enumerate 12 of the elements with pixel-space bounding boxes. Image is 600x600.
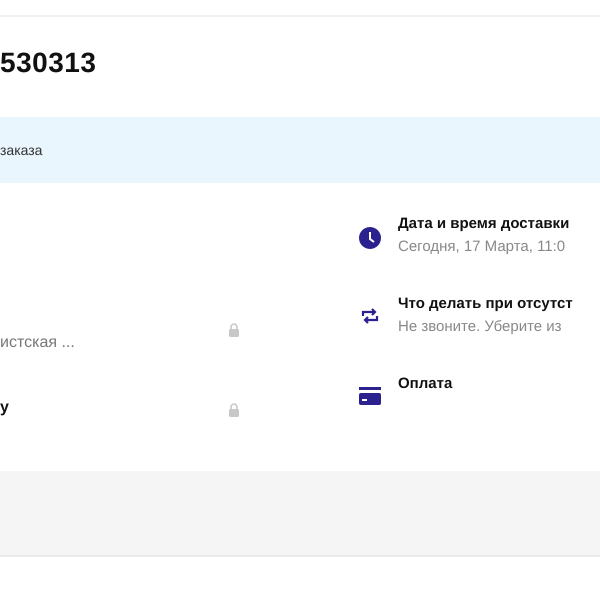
repeat-icon: [360, 307, 380, 325]
item-subtitle: Сегодня, 17 Марта, 11:0: [398, 238, 566, 255]
field-title: у: [0, 399, 10, 417]
order-title: 530313: [0, 47, 98, 80]
card-icon: [359, 387, 381, 405]
notice-text: заказа: [0, 142, 42, 158]
field-value: истская ...: [0, 333, 75, 352]
clock-icon: [359, 227, 381, 249]
item-title: Дата и время доставки: [398, 214, 570, 232]
item-title: Что делать при отсутст: [398, 294, 574, 312]
item-subtitle: Не звоните. Уберите из: [398, 318, 563, 335]
item-title: Оплата: [398, 374, 454, 392]
